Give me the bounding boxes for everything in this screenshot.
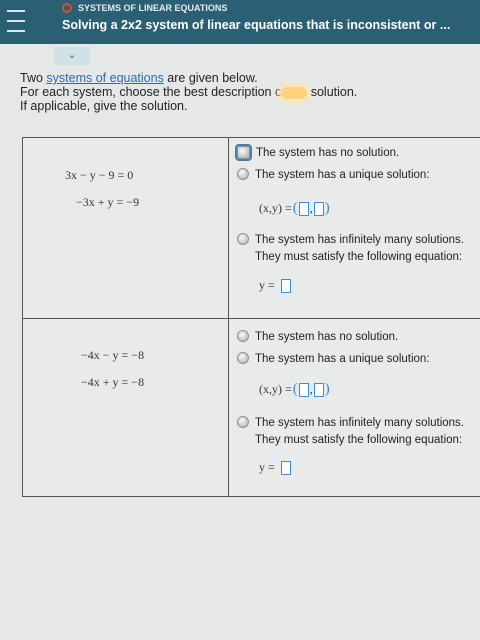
instructions-text: For each system, choose the best descrip…	[20, 85, 282, 99]
comma: ,	[309, 201, 313, 215]
option-label: The system has a unique solution:	[255, 353, 430, 365]
instructions-text: are given below.	[163, 71, 258, 85]
paren-left: (	[292, 200, 298, 216]
instructions-text: Two	[20, 71, 47, 85]
comma: ,	[309, 382, 313, 396]
option-label: The system has no solution.	[255, 331, 399, 343]
system-1-option-unique[interactable]: The system has a unique solution:	[237, 167, 430, 184]
equation-answer-input[interactable]	[280, 278, 291, 293]
paren-right: )	[324, 381, 330, 397]
topic-row: SYSTEMS OF LINEAR EQUATIONS	[62, 3, 227, 13]
system-1-option-no-solution[interactable]: The system has no solution.	[237, 145, 399, 162]
divider	[228, 138, 229, 496]
system-1-option-infinite[interactable]: The system has infinitely many solutions…	[237, 232, 464, 266]
instructions-line-1: Two systems of equations are given below…	[20, 71, 440, 85]
system-2-option-no-solution[interactable]: The system has no solution.	[237, 329, 398, 346]
radio-button[interactable]	[237, 352, 249, 364]
equation-answer-input[interactable]	[280, 460, 291, 475]
y-answer-input[interactable]	[313, 201, 324, 216]
system-1-infinite-answer: y =	[259, 278, 291, 293]
system-2-equation-1: −4x − y = −8	[81, 348, 145, 362]
option-label-line-1: The system has infinitely many solutions…	[255, 417, 465, 429]
x-answer-input[interactable]	[298, 201, 309, 216]
paren-right: )	[324, 200, 330, 216]
instructions: Two systems of equations are given below…	[20, 71, 440, 113]
system-2-infinite-answer: y =	[259, 460, 291, 475]
x-answer-input[interactable]	[298, 382, 309, 397]
option-label: The system has no solution.	[256, 147, 400, 159]
system-1-unique-answer: (x,y) = ( , )	[259, 200, 331, 217]
divider	[23, 318, 480, 319]
systems-table: 3x − y − 9 = 0 −3x + y = −9 The system h…	[22, 137, 480, 497]
option-label-line-2: They must satisfy the following equation…	[255, 434, 463, 446]
system-2-equation-2: −4x + y = −8	[81, 375, 145, 389]
radio-button[interactable]	[237, 416, 249, 428]
topic-status-icon	[62, 3, 72, 13]
radio-button[interactable]	[237, 233, 249, 245]
unique-label: (x,y) =	[259, 382, 292, 396]
header-bar: SYSTEMS OF LINEAR EQUATIONS Solving a 2x…	[0, 0, 480, 44]
radio-button[interactable]	[237, 168, 249, 180]
systems-of-equations-link[interactable]: systems of equations	[46, 71, 163, 85]
system-1-equation-1: 3x − y − 9 = 0	[65, 168, 134, 182]
instructions-line-3: If applicable, give the solution.	[20, 99, 188, 113]
option-label: The system has infinitely many solutions…	[255, 232, 464, 266]
glare-spot	[281, 86, 308, 99]
y-answer-input[interactable]	[313, 382, 324, 397]
infinite-label: y =	[259, 460, 275, 474]
paren-left: (	[292, 381, 298, 397]
option-label: The system has a unique solution:	[255, 169, 430, 181]
topic-label: SYSTEMS OF LINEAR EQUATIONS	[78, 3, 228, 13]
system-2-option-infinite[interactable]: The system has infinitely many solutions…	[237, 415, 464, 449]
page-title: Solving a 2x2 system of linear equations…	[62, 18, 451, 32]
radio-button[interactable]	[237, 146, 250, 159]
instructions-text: solution.	[307, 85, 358, 99]
hamburger-menu-icon[interactable]	[7, 10, 25, 32]
collapse-button[interactable]: ⌄	[54, 47, 90, 65]
system-2-unique-answer: (x,y) = ( , )	[259, 381, 331, 398]
instructions-line-2: For each system, choose the best descrip…	[20, 85, 440, 99]
option-label-line-2: They must satisfy the following equation…	[255, 251, 463, 263]
radio-button[interactable]	[237, 330, 249, 342]
infinite-label: y =	[259, 278, 275, 292]
option-label: The system has infinitely many solutions…	[255, 415, 464, 449]
system-2-option-unique[interactable]: The system has a unique solution:	[237, 351, 430, 368]
system-1-equation-2: −3x + y = −9	[76, 195, 140, 209]
option-label-line-1: The system has infinitely many solutions…	[255, 234, 465, 246]
unique-label: (x,y) =	[259, 201, 292, 215]
chevron-down-icon: ⌄	[67, 49, 77, 61]
